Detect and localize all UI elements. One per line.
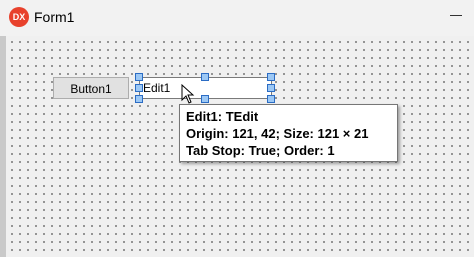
selection-handle-top-right[interactable]: [267, 73, 275, 81]
component-hint-tooltip: Edit1: TEdit Origin: 121, 42; Size: 121 …: [179, 104, 398, 162]
minimize-button[interactable]: [446, 2, 474, 30]
title-bar: DX Form1: [0, 0, 474, 36]
mouse-pointer-icon: [181, 84, 195, 104]
selection-handle-middle-right[interactable]: [267, 84, 275, 92]
selection-handle-top-center[interactable]: [201, 73, 209, 81]
selection-handle-bottom-center[interactable]: [201, 95, 209, 103]
selection-handle-bottom-right[interactable]: [267, 95, 275, 103]
selection-handle-top-left[interactable]: [135, 73, 143, 81]
selection-handle-bottom-left[interactable]: [135, 95, 143, 103]
hint-line-name: Edit1: TEdit: [186, 109, 259, 124]
form-title: Form1: [34, 9, 75, 25]
app-icon: DX: [9, 7, 29, 27]
hint-line-origin-size: Origin: 121, 42; Size: 121 × 21: [186, 126, 369, 141]
hint-line-tab-order: Tab Stop: True; Order: 1: [186, 143, 335, 158]
button1-control[interactable]: Button1: [53, 77, 129, 99]
selection-handle-middle-left[interactable]: [135, 84, 143, 92]
